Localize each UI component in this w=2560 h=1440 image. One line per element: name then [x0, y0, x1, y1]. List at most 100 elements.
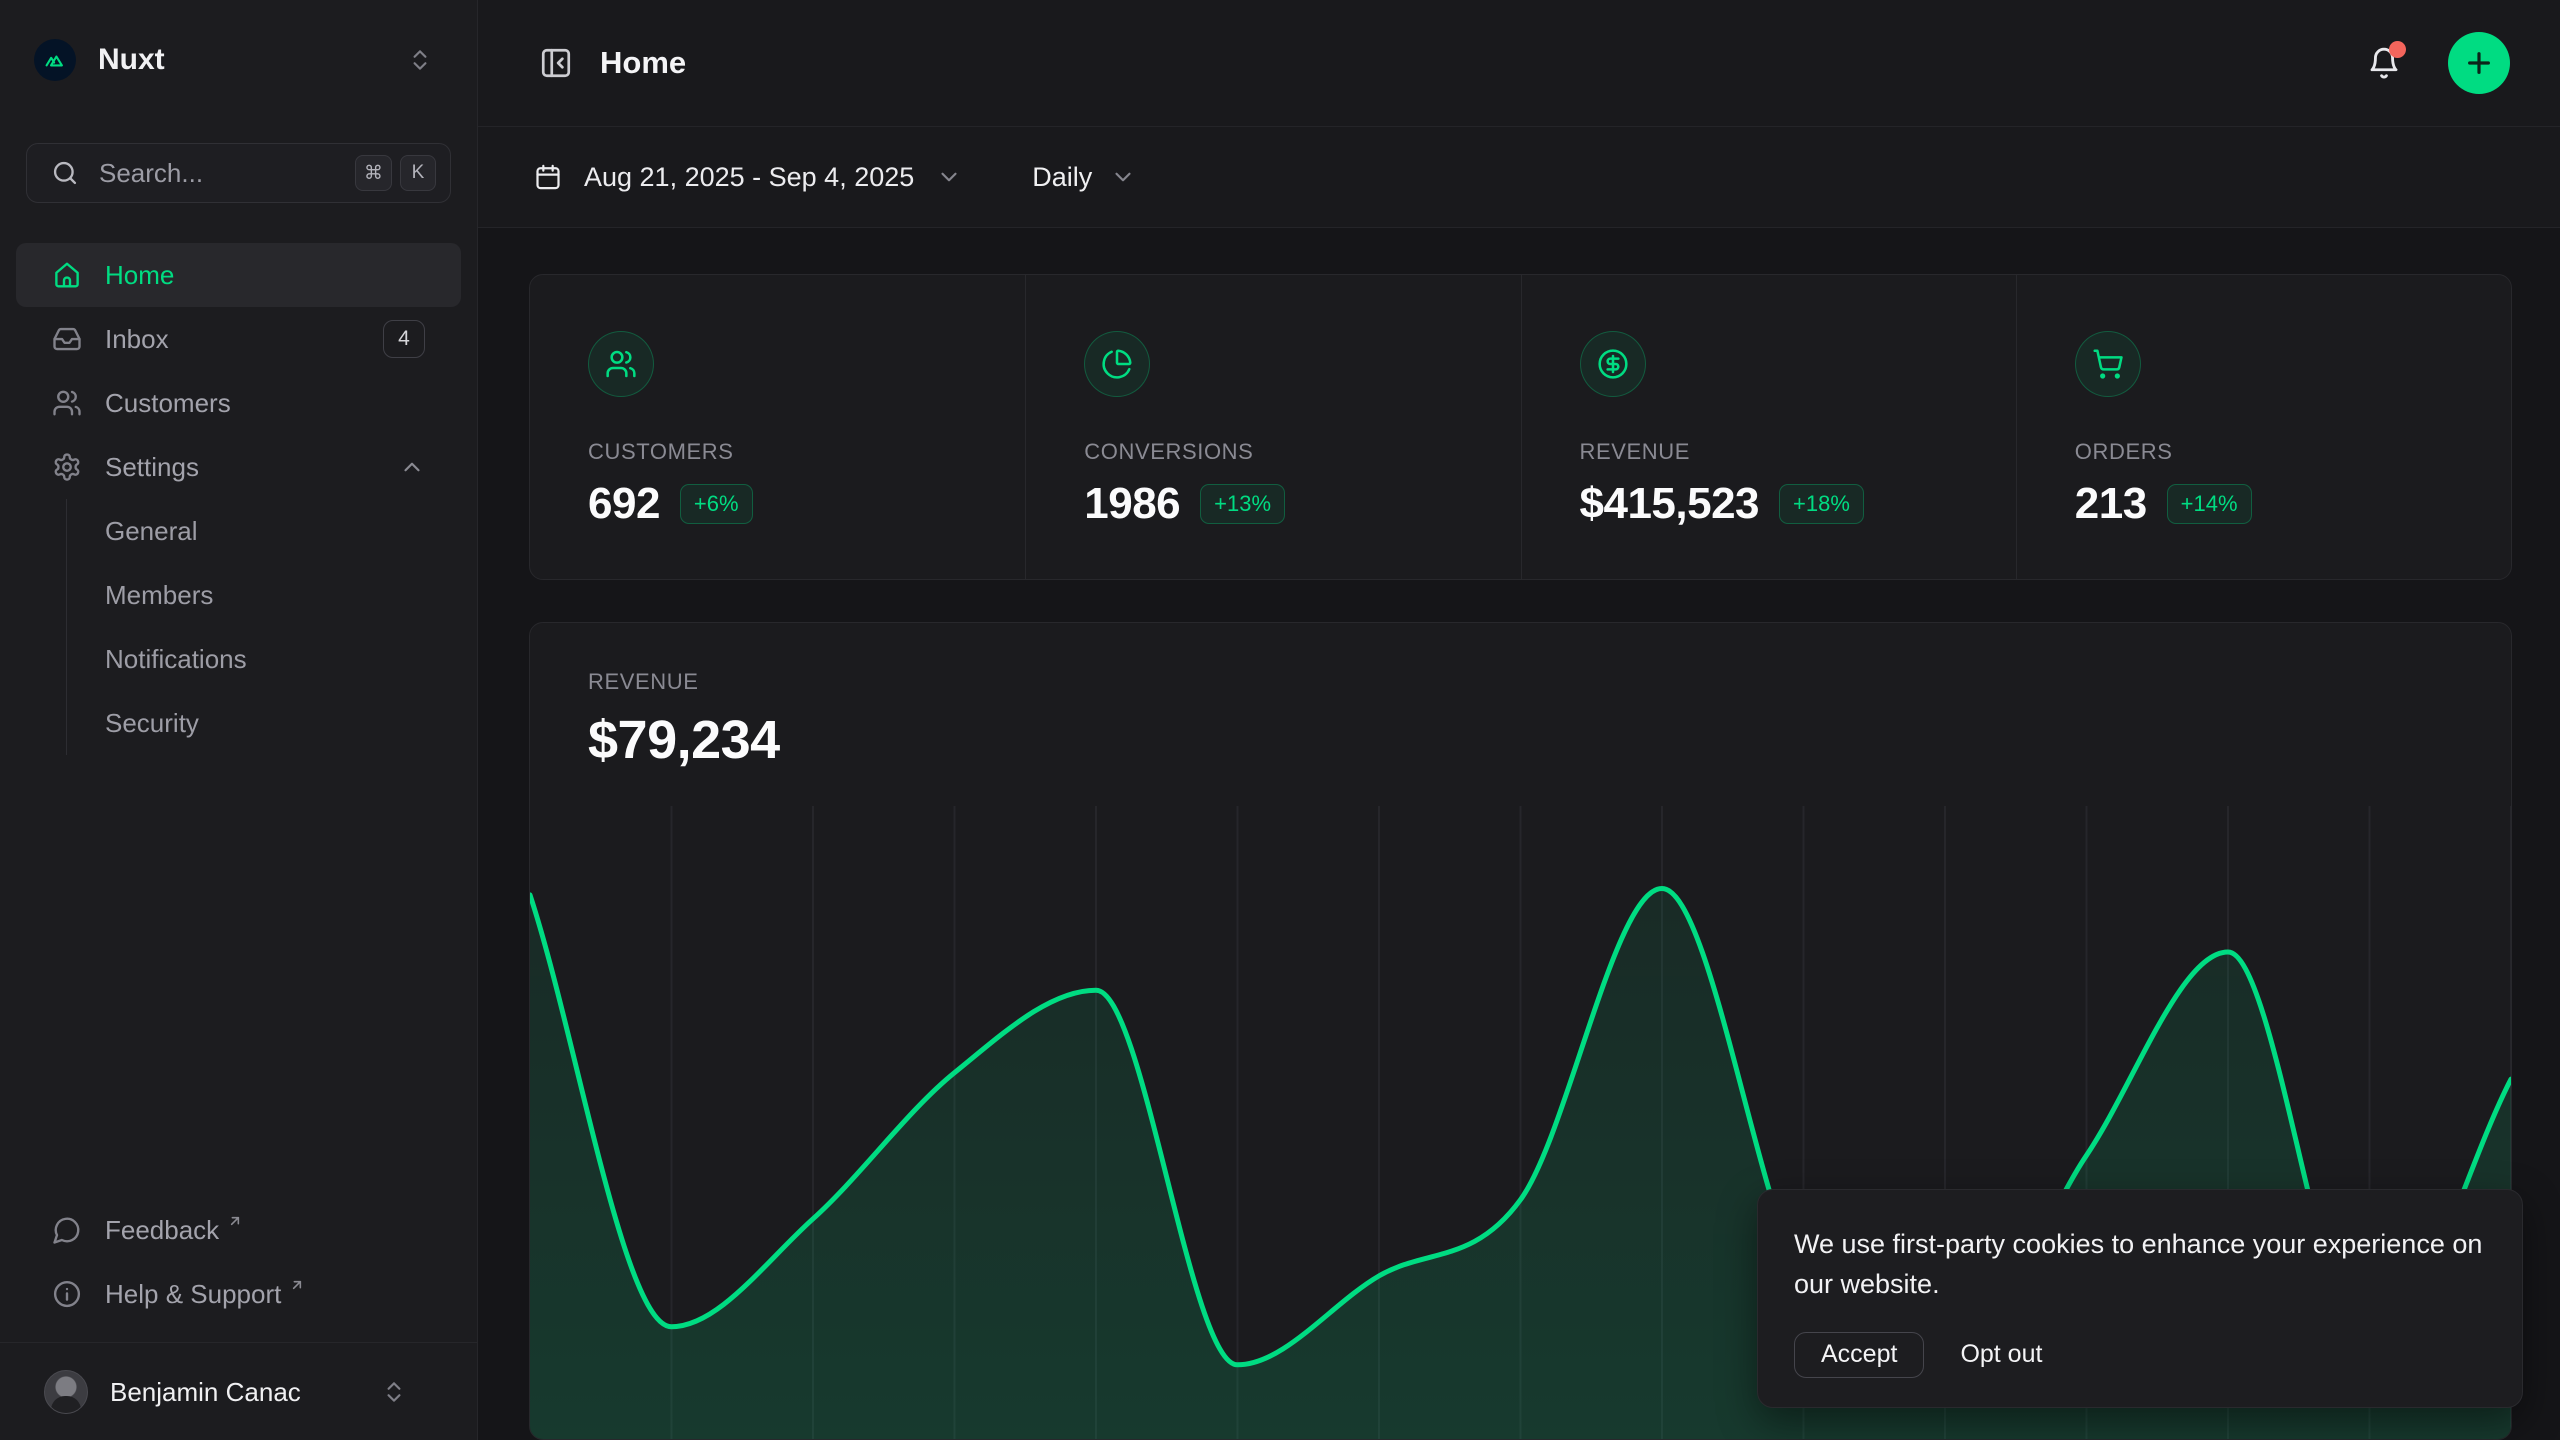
home-icon	[52, 260, 82, 290]
panel-left-close-icon	[539, 46, 573, 80]
help-support-link[interactable]: Help & Support	[16, 1262, 461, 1326]
subnav-label: Notifications	[105, 644, 247, 675]
header-actions	[2360, 32, 2510, 94]
collapse-sidebar-button[interactable]	[534, 41, 578, 85]
accept-cookies-button[interactable]: Accept	[1794, 1332, 1924, 1378]
stat-delta-badge: +6%	[680, 484, 753, 524]
stat-value: 1986	[1084, 479, 1180, 529]
cart-icon	[2092, 348, 2124, 380]
revenue-chart-label: REVENUE	[588, 669, 2453, 695]
stat-value: 213	[2075, 479, 2147, 529]
notification-dot	[2389, 41, 2406, 58]
users-icon	[52, 388, 82, 418]
subnav-label: Security	[105, 708, 199, 739]
date-range-picker[interactable]: Aug 21, 2025 - Sep 4, 2025	[534, 162, 962, 193]
plus-icon	[2463, 47, 2495, 79]
help-support-label: Help & Support	[105, 1279, 281, 1310]
sidebar-footer: Feedback Help & Support	[16, 1198, 461, 1326]
add-button[interactable]	[2448, 32, 2510, 94]
sidebar-item-label: Inbox	[105, 324, 169, 355]
search-placeholder: Search...	[99, 158, 203, 189]
interval-label: Daily	[1032, 162, 1092, 193]
sidebar-item-label: Home	[105, 260, 174, 291]
chevrons-up-down-icon	[407, 47, 433, 73]
user-avatar	[44, 1370, 88, 1414]
stat-delta-badge: +14%	[2167, 484, 2252, 524]
stat-orders[interactable]: ORDERS 213 +14%	[2016, 275, 2511, 580]
workspace-name: Nuxt	[98, 43, 165, 77]
sidebar-nav: Home Inbox 4 C	[16, 243, 461, 755]
search-input[interactable]: Search... ⌘ K	[26, 143, 451, 203]
dollar-circle-icon	[1597, 348, 1629, 380]
sidebar-item-members[interactable]: Members	[105, 563, 461, 627]
date-range-label: Aug 21, 2025 - Sep 4, 2025	[584, 162, 914, 193]
stat-customers[interactable]: CUSTOMERS 692 +6%	[530, 275, 1025, 580]
info-circle-icon	[52, 1279, 82, 1309]
top-header: Home	[478, 0, 2560, 127]
stat-value: 692	[588, 479, 660, 529]
external-link-icon	[227, 1213, 243, 1229]
external-link-icon	[289, 1277, 305, 1293]
revenue-chart-total: $79,234	[588, 709, 2453, 771]
stat-label: CUSTOMERS	[588, 439, 967, 465]
stat-icon-badge	[1084, 331, 1150, 397]
inbox-count-badge: 4	[383, 320, 425, 358]
inbox-icon	[52, 324, 82, 354]
kbd-cmd: ⌘	[355, 155, 392, 191]
user-menu[interactable]: Benjamin Canac	[16, 1352, 461, 1432]
cookie-message: We use first-party cookies to enhance yo…	[1794, 1224, 2486, 1304]
settings-subnav: General Members Notifications Security	[66, 499, 461, 755]
chat-bubble-icon	[52, 1215, 82, 1245]
sidebar-divider	[0, 1342, 477, 1343]
stat-revenue[interactable]: REVENUE $415,523 +18%	[1521, 275, 2016, 580]
stat-icon-badge	[1580, 331, 1646, 397]
chevron-up-icon	[399, 454, 425, 480]
page-title: Home	[600, 45, 686, 81]
revenue-chart-header: REVENUE $79,234	[530, 623, 2511, 771]
notifications-button[interactable]	[2360, 39, 2408, 87]
stat-icon-badge	[2075, 331, 2141, 397]
stat-icon-badge	[588, 331, 654, 397]
pie-chart-icon	[1101, 348, 1133, 380]
stat-delta-badge: +13%	[1200, 484, 1285, 524]
user-name: Benjamin Canac	[110, 1377, 301, 1408]
sidebar-item-label: Customers	[105, 388, 231, 419]
search-icon	[51, 159, 79, 187]
sidebar-item-settings[interactable]: Settings	[16, 435, 461, 499]
sidebar-item-security[interactable]: Security	[105, 691, 461, 755]
feedback-link[interactable]: Feedback	[16, 1198, 461, 1262]
chevron-down-icon	[1110, 164, 1136, 190]
stat-label: CONVERSIONS	[1084, 439, 1462, 465]
stat-delta-badge: +18%	[1779, 484, 1864, 524]
stat-value: $415,523	[1580, 479, 1760, 529]
feedback-label: Feedback	[105, 1215, 219, 1246]
chevron-down-icon	[936, 164, 962, 190]
stat-label: REVENUE	[1580, 439, 1958, 465]
nuxt-logo-icon	[34, 39, 76, 81]
sidebar-item-inbox[interactable]: Inbox 4	[16, 307, 461, 371]
optout-cookies-button[interactable]: Opt out	[1956, 1330, 2046, 1379]
users-icon	[605, 348, 637, 380]
stats-card: CUSTOMERS 692 +6% CONVERSIONS	[529, 274, 2512, 580]
subnav-label: General	[105, 516, 198, 547]
filter-toolbar: Aug 21, 2025 - Sep 4, 2025 Daily	[478, 127, 2560, 228]
sidebar-item-label: Settings	[105, 452, 199, 483]
stat-conversions[interactable]: CONVERSIONS 1986 +13%	[1025, 275, 1520, 580]
sidebar: Nuxt Search... ⌘ K	[0, 0, 478, 1440]
cookie-banner: We use first-party cookies to enhance yo…	[1757, 1189, 2523, 1408]
interval-select[interactable]: Daily	[1032, 162, 1136, 193]
gear-icon	[52, 452, 82, 482]
subnav-label: Members	[105, 580, 213, 611]
sidebar-item-home[interactable]: Home	[16, 243, 461, 307]
sidebar-item-notifications[interactable]: Notifications	[105, 627, 461, 691]
cookie-actions: Accept Opt out	[1794, 1330, 2486, 1379]
sidebar-item-general[interactable]: General	[105, 499, 461, 563]
workspace-switcher[interactable]: Nuxt	[26, 30, 451, 90]
app-root: Nuxt Search... ⌘ K	[0, 0, 2560, 1440]
calendar-icon	[534, 163, 562, 191]
search-shortcut: ⌘ K	[355, 155, 436, 191]
sidebar-item-customers[interactable]: Customers	[16, 371, 461, 435]
kbd-k: K	[400, 155, 436, 191]
stat-label: ORDERS	[2075, 439, 2453, 465]
chevrons-up-down-icon	[381, 1379, 407, 1405]
